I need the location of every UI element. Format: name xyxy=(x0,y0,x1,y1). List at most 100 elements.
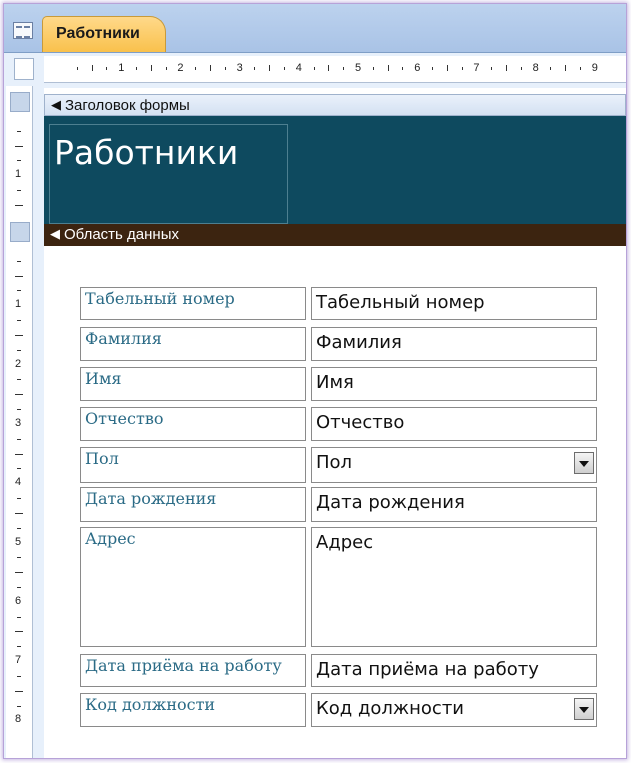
ruler-number: 8 xyxy=(15,713,22,725)
ruler-tick xyxy=(15,513,23,514)
text-box-control[interactable]: Имя xyxy=(311,367,597,401)
ruler-tick xyxy=(254,67,256,70)
ruler-tick xyxy=(165,67,167,70)
control-source-text: Имя xyxy=(316,372,354,393)
ruler-number: 3 xyxy=(236,62,243,74)
ruler-tick xyxy=(520,67,522,70)
ruler-tick xyxy=(15,146,23,147)
field-label[interactable]: Табельный номер xyxy=(80,287,306,320)
ruler-tick xyxy=(15,335,23,336)
ruler-tick xyxy=(17,439,21,440)
vertical-ruler[interactable]: 1 1 2 3 4 5 6 7 8 xyxy=(6,86,33,758)
field-label[interactable]: Отчество xyxy=(80,407,306,441)
ruler-tick xyxy=(17,557,21,558)
form-icon[interactable] xyxy=(13,22,33,39)
ruler-tick xyxy=(17,617,21,618)
ruler-tick xyxy=(269,65,271,71)
ruler-tick xyxy=(17,350,21,351)
ruler-tick xyxy=(387,65,389,71)
control-source-text: Табельный номер xyxy=(316,292,485,313)
field-label[interactable]: Код должности xyxy=(80,693,306,727)
form-design-window: Работники 1 2 3 4 5 6 7 8 9 1 1 2 3 4 5 6 7 8 ◀ Заголово… xyxy=(3,3,627,759)
detail-section-bar[interactable]: ◀ Область данных xyxy=(44,224,626,246)
ruler-tick xyxy=(17,320,21,321)
ruler-number: 2 xyxy=(15,358,22,370)
ruler-number: 7 xyxy=(15,654,22,666)
combo-box-control[interactable]: Пол xyxy=(311,447,597,483)
form-title-label[interactable]: Работники xyxy=(49,124,288,224)
ruler-number: 3 xyxy=(15,417,22,429)
ruler-tick xyxy=(17,676,21,677)
ruler-number: 6 xyxy=(15,595,22,607)
form-header-label: Заголовок формы xyxy=(65,97,190,114)
field-label[interactable]: Имя xyxy=(80,367,306,401)
detail-section-label: Область данных xyxy=(64,226,179,243)
form-canvas: ◀ Заголовок формы Работники ◀ Область да… xyxy=(44,88,626,758)
ruler-tick xyxy=(136,67,137,70)
ruler-number: 5 xyxy=(355,62,362,74)
control-source-text: Дата приёма на работу xyxy=(316,659,539,680)
ruler-tick xyxy=(17,290,21,291)
section-selector[interactable] xyxy=(10,92,30,112)
text-box-control[interactable]: Дата приёма на работу xyxy=(311,654,597,687)
text-box-control[interactable]: Фамилия xyxy=(311,327,597,361)
ruler-corner-box[interactable] xyxy=(14,58,34,80)
ruler-tick xyxy=(491,67,493,70)
ruler-tick xyxy=(17,706,21,707)
tab-employees[interactable]: Работники xyxy=(42,16,166,52)
ruler-tick xyxy=(150,65,152,71)
field-label[interactable]: Пол xyxy=(80,447,306,483)
ruler-tick xyxy=(15,394,23,395)
document-tab-bar: Работники xyxy=(4,4,626,53)
ruler-number: 1 xyxy=(118,62,125,74)
horizontal-ruler[interactable]: 1 2 3 4 5 6 7 8 9 xyxy=(44,56,626,83)
ruler-tick xyxy=(17,131,21,132)
ruler-tick xyxy=(17,409,21,410)
control-source-text: Отчество xyxy=(316,412,405,433)
ruler-tick xyxy=(15,454,23,455)
ruler-tick xyxy=(506,65,507,71)
text-box-control[interactable]: Табельный номер xyxy=(311,287,597,320)
ruler-tick xyxy=(17,528,21,529)
field-label[interactable]: Фамилия xyxy=(80,327,306,361)
text-box-control[interactable]: Отчество xyxy=(311,407,597,441)
form-header-band: Работники xyxy=(44,116,626,224)
ruler-tick xyxy=(343,67,345,70)
ruler-tick xyxy=(224,67,226,70)
ruler-tick xyxy=(15,205,23,206)
ruler-tick xyxy=(402,67,404,70)
detail-section: Табельный номер Табельный номер Фамилия Фам… xyxy=(44,246,626,758)
dropdown-arrow-icon[interactable] xyxy=(574,452,594,474)
ruler-number: 2 xyxy=(177,62,184,74)
ruler-tick xyxy=(372,67,374,70)
ruler-number: 8 xyxy=(532,62,539,74)
ruler-tick xyxy=(17,261,21,262)
ruler-tick xyxy=(15,572,23,573)
section-arrow-icon: ◀ xyxy=(50,226,60,241)
ruler-number: 4 xyxy=(295,62,302,74)
field-label[interactable]: Адрес xyxy=(80,527,306,647)
combo-box-control[interactable]: Код должности xyxy=(311,693,597,727)
text-box-control[interactable]: Дата рождения xyxy=(311,487,597,522)
ruler-tick xyxy=(15,631,23,632)
ruler-tick xyxy=(284,67,285,70)
text-box-control[interactable]: Адрес xyxy=(311,527,597,647)
control-source-text: Адрес xyxy=(316,532,374,553)
ruler-tick xyxy=(195,67,197,70)
ruler-tick xyxy=(15,691,23,692)
ruler-tick xyxy=(565,65,567,71)
ruler-tick xyxy=(328,65,330,71)
ruler-tick xyxy=(580,67,581,70)
ruler-tick xyxy=(15,276,23,277)
ruler-tick xyxy=(210,65,211,71)
ruler-tick xyxy=(313,67,315,70)
field-label[interactable]: Дата приёма на работу xyxy=(80,654,306,687)
ruler-tick xyxy=(432,67,433,70)
dropdown-arrow-icon[interactable] xyxy=(574,698,594,720)
ruler-tick xyxy=(17,646,21,647)
ruler-tick xyxy=(91,65,93,71)
field-label[interactable]: Дата рождения xyxy=(80,487,306,522)
section-arrow-icon: ◀ xyxy=(51,97,61,112)
form-header-section-bar[interactable]: ◀ Заголовок формы xyxy=(44,94,626,116)
section-selector[interactable] xyxy=(10,222,30,242)
